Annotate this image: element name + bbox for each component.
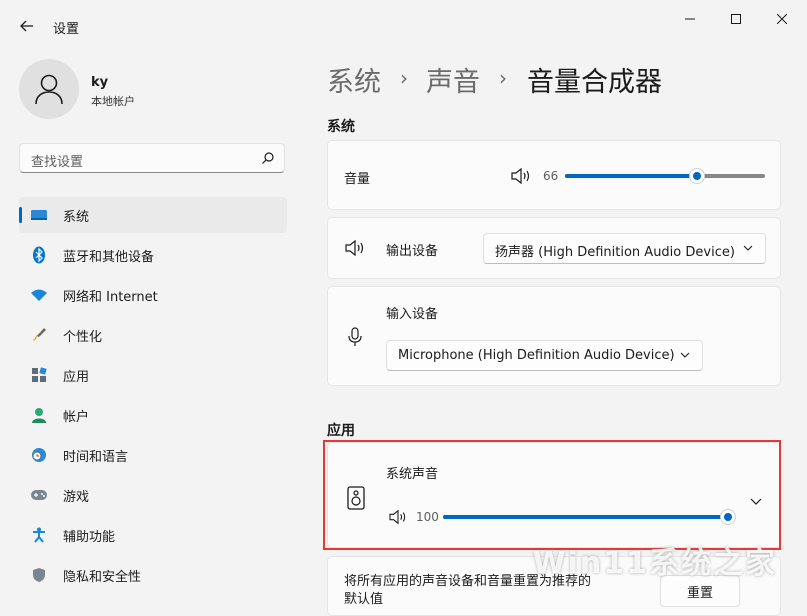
maximize-button[interactable] <box>713 6 759 32</box>
user-name: ky <box>91 75 109 90</box>
wifi-icon <box>30 286 48 304</box>
back-arrow-icon <box>20 20 33 32</box>
output-device-label: 输出设备 <box>386 244 439 259</box>
sidebar-item-time-language[interactable]: 时间和语言 <box>19 437 287 473</box>
watermark: Win11系统之家 <box>532 546 777 581</box>
input-device-card: 输入设备 Microphone (High Definition Audio D… <box>327 286 781 386</box>
volume-value: 66 <box>543 169 559 183</box>
sidebar-item-label: 隐私和安全性 <box>63 570 142 585</box>
volume-slider-thumb[interactable] <box>689 168 705 184</box>
highlight-box <box>323 440 781 550</box>
sidebar-item-label: 应用 <box>63 370 90 385</box>
sidebar-item-label: 系统 <box>63 210 90 225</box>
minimize-button[interactable] <box>667 6 713 32</box>
gamepad-icon <box>30 486 48 504</box>
person-icon <box>35 74 63 105</box>
breadcrumb-system[interactable]: 系统 <box>327 60 381 99</box>
chevron-down-icon <box>743 242 753 257</box>
sidebar-item-label: 时间和语言 <box>63 450 129 465</box>
search-placeholder: 查找设置 <box>31 155 84 170</box>
microphone-icon <box>348 327 362 351</box>
app-title: 设置 <box>53 22 80 37</box>
maximize-icon <box>731 14 741 24</box>
search-input[interactable]: 查找设置 <box>19 143 285 173</box>
reset-description-line2: 默认值 <box>344 592 384 607</box>
input-device-select[interactable]: Microphone (High Definition Audio Device… <box>386 340 703 371</box>
sidebar-item-personalization[interactable]: 个性化 <box>19 317 287 353</box>
sidebar-item-gaming[interactable]: 游戏 <box>19 477 287 513</box>
sidebar-item-apps[interactable]: 应用 <box>19 357 287 393</box>
speaker-icon <box>344 239 366 261</box>
system-icon <box>30 206 48 224</box>
sidebar-item-label: 蓝牙和其他设备 <box>63 250 155 265</box>
search-icon[interactable] <box>261 150 275 169</box>
sidebar-item-system[interactable]: 系统 <box>19 197 287 233</box>
page-title: 音量合成器 <box>527 67 662 98</box>
sidebar-item-label: 网络和 Internet <box>63 290 158 305</box>
output-device-card: 输出设备 扬声器 (High Definition Audio Device) <box>327 217 781 279</box>
avatar[interactable] <box>19 59 79 119</box>
close-button[interactable] <box>759 6 805 32</box>
volume-slider[interactable] <box>565 168 765 184</box>
back-button[interactable] <box>12 12 42 40</box>
breadcrumb-separator: › <box>499 66 507 90</box>
sidebar-item-accessibility[interactable]: 辅助功能 <box>19 517 287 553</box>
brush-icon <box>30 326 48 344</box>
bluetooth-icon <box>30 246 48 264</box>
section-title-system: 系统 <box>327 119 355 135</box>
sidebar-item-accounts[interactable]: 帐户 <box>19 397 287 433</box>
sidebar-item-label: 游戏 <box>63 490 90 505</box>
output-device-select[interactable]: 扬声器 (High Definition Audio Device) <box>483 233 766 264</box>
sidebar-item-privacy[interactable]: 隐私和安全性 <box>19 557 287 593</box>
sidebar-item-bluetooth[interactable]: 蓝牙和其他设备 <box>19 237 287 273</box>
sidebar-item-network[interactable]: 网络和 Internet <box>19 277 287 313</box>
volume-slider-fill <box>565 174 697 178</box>
apps-icon <box>30 366 48 384</box>
breadcrumb-separator: › <box>400 66 408 90</box>
minimize-icon <box>685 18 695 20</box>
clock-globe-icon <box>30 446 48 464</box>
input-device-label: 输入设备 <box>386 307 439 322</box>
input-device-value: Microphone (High Definition Audio Device… <box>398 348 675 363</box>
sidebar-item-label: 辅助功能 <box>63 530 116 545</box>
active-indicator <box>19 207 22 223</box>
section-title-apps: 应用 <box>327 423 355 439</box>
sidebar-item-label: 帐户 <box>63 410 90 425</box>
volume-card: 音量 66 <box>327 140 781 210</box>
breadcrumb-sound[interactable]: 声音 <box>426 60 480 99</box>
volume-label: 音量 <box>344 172 371 187</box>
accessibility-icon <box>30 526 48 544</box>
close-icon <box>777 14 787 24</box>
account-icon <box>30 406 48 424</box>
sidebar-item-label: 个性化 <box>63 330 103 345</box>
account-type: 本地帐户 <box>91 95 135 108</box>
output-device-value: 扬声器 (High Definition Audio Device) <box>495 245 735 260</box>
shield-icon <box>30 566 48 584</box>
speaker-mute-icon[interactable] <box>510 167 532 189</box>
chevron-down-icon <box>680 349 690 364</box>
